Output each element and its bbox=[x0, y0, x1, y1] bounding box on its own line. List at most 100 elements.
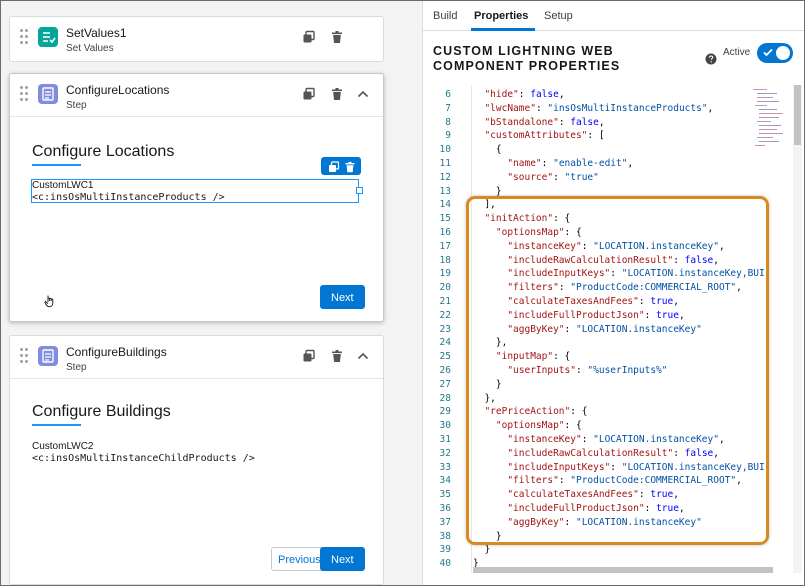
step-heading: Configure Buildings bbox=[32, 403, 171, 420]
code-line: "name": "enable-edit", bbox=[507, 158, 634, 169]
line-number: 14 bbox=[439, 199, 451, 211]
toggle-knob bbox=[776, 46, 790, 60]
line-number: 19 bbox=[439, 268, 451, 280]
component-toolbar bbox=[321, 157, 361, 175]
step-icon bbox=[38, 346, 58, 366]
drag-handle-icon[interactable] bbox=[20, 86, 28, 102]
line-number: 39 bbox=[439, 544, 451, 556]
line-number-gutter: 6 7 8 9 10 11 12 13 14 15 16 17 18 19 20 21 22 23 24 25 26 27… bbox=[423, 85, 467, 573]
delete-icon[interactable] bbox=[344, 160, 356, 173]
drag-handle-icon[interactable] bbox=[20, 29, 28, 45]
line-number: 18 bbox=[439, 254, 451, 266]
line-number: 20 bbox=[439, 282, 451, 294]
drag-handle-icon[interactable] bbox=[20, 348, 28, 364]
next-button[interactable]: Next bbox=[320, 547, 365, 571]
line-number: 9 bbox=[445, 130, 451, 142]
active-tab-indicator bbox=[471, 28, 535, 31]
line-number: 27 bbox=[439, 378, 451, 390]
set-values-icon bbox=[38, 27, 58, 47]
divider bbox=[10, 378, 383, 379]
clone-icon[interactable] bbox=[328, 160, 340, 172]
line-number: 38 bbox=[439, 530, 451, 542]
line-number: 25 bbox=[439, 351, 451, 363]
code-line: "customAttributes": [ bbox=[484, 130, 605, 142]
clone-icon[interactable] bbox=[302, 87, 316, 101]
horizontal-scrollbar[interactable] bbox=[473, 567, 791, 574]
component-name: CustomLWC2 bbox=[32, 441, 94, 452]
help-icon[interactable] bbox=[705, 53, 717, 65]
clone-icon[interactable] bbox=[302, 30, 316, 44]
delete-icon[interactable] bbox=[330, 87, 344, 101]
line-number: 36 bbox=[439, 503, 451, 514]
element-title: ConfigureBuildings bbox=[66, 345, 167, 359]
line-number: 29 bbox=[439, 406, 451, 418]
active-label: Active bbox=[723, 47, 751, 58]
element-configurelocations[interactable]: ConfigureLocations Step Configure Locati… bbox=[9, 73, 384, 322]
step-icon bbox=[38, 84, 58, 104]
line-number: 7 bbox=[445, 102, 451, 114]
editor-minimap[interactable] bbox=[751, 87, 787, 151]
line-number: 10 bbox=[439, 144, 451, 156]
line-number: 40 bbox=[439, 558, 451, 570]
line-number: 30 bbox=[439, 420, 451, 432]
tab-properties[interactable]: Properties bbox=[474, 10, 528, 22]
code-line: "hide": false, bbox=[484, 89, 565, 100]
line-number: 6 bbox=[445, 89, 451, 100]
canvas: SetValues1 Set Values ConfigureLocations… bbox=[1, 1, 423, 585]
heading-underline bbox=[32, 164, 81, 166]
tab-setup[interactable]: Setup bbox=[544, 10, 573, 22]
component-name: CustomLWC1 bbox=[32, 180, 94, 191]
hand-cursor-icon bbox=[44, 295, 54, 308]
code-line: "source": "true" bbox=[507, 171, 599, 183]
line-number: 34 bbox=[439, 475, 451, 487]
line-number: 33 bbox=[439, 461, 451, 473]
code-line: { bbox=[473, 144, 502, 156]
divider bbox=[10, 116, 383, 117]
element-title: ConfigureLocations bbox=[66, 83, 170, 97]
panel-title-line-2: COMPONENT PROPERTIES bbox=[433, 59, 621, 73]
line-number: 28 bbox=[439, 392, 451, 404]
line-number: 32 bbox=[439, 447, 451, 459]
line-number: 21 bbox=[439, 296, 451, 307]
delete-icon[interactable] bbox=[330, 349, 344, 363]
code-line: "lwcName": "insOsMultiInstanceProducts", bbox=[484, 102, 714, 114]
component-tag: <c:insOsMultiInstanceChildProducts /> bbox=[32, 453, 255, 464]
resize-handle[interactable] bbox=[356, 187, 363, 194]
element-setvalues1[interactable]: SetValues1 Set Values bbox=[9, 16, 384, 62]
code-line: } bbox=[473, 544, 491, 556]
step-heading: Configure Locations bbox=[32, 143, 175, 160]
line-number: 31 bbox=[439, 434, 451, 445]
active-toggle[interactable] bbox=[757, 43, 793, 63]
line-number: 24 bbox=[439, 337, 451, 349]
line-number: 22 bbox=[439, 309, 451, 321]
line-number: 16 bbox=[439, 227, 451, 238]
line-number: 37 bbox=[439, 516, 451, 528]
vertical-scrollbar[interactable] bbox=[793, 85, 802, 573]
check-icon bbox=[763, 48, 773, 57]
code-line: "bStandalone": false, bbox=[484, 116, 605, 128]
clone-icon[interactable] bbox=[302, 349, 316, 363]
line-number: 8 bbox=[445, 116, 451, 128]
element-type: Step bbox=[66, 100, 87, 111]
scroll-thumb[interactable] bbox=[473, 567, 773, 573]
next-button[interactable]: Next bbox=[320, 285, 365, 309]
line-number: 23 bbox=[439, 323, 451, 335]
line-number: 35 bbox=[439, 489, 451, 501]
panel-tabs: Build Properties Setup bbox=[423, 1, 804, 31]
panel-title: CUSTOM LIGHTNING WEB COMPONENT PROPERTIE… bbox=[433, 44, 620, 74]
element-title: SetValues1 bbox=[66, 26, 127, 40]
chevron-up-icon[interactable] bbox=[356, 87, 370, 101]
scroll-thumb[interactable] bbox=[794, 85, 801, 145]
heading-underline bbox=[32, 424, 81, 426]
tab-build[interactable]: Build bbox=[433, 10, 457, 22]
highlight-callout bbox=[466, 196, 769, 545]
element-type: Step bbox=[66, 362, 87, 373]
line-number: 12 bbox=[439, 171, 451, 183]
component-tag: <c:insOsMultiInstanceProducts /> bbox=[32, 192, 225, 203]
chevron-up-icon[interactable] bbox=[356, 349, 370, 363]
line-number: 15 bbox=[439, 213, 451, 225]
line-number: 17 bbox=[439, 240, 451, 252]
panel-title-line-1: CUSTOM LIGHTNING WEB bbox=[433, 44, 614, 58]
delete-icon[interactable] bbox=[330, 30, 344, 44]
element-configurebuildings[interactable]: ConfigureBuildings Step Configure Buildi… bbox=[9, 335, 384, 585]
